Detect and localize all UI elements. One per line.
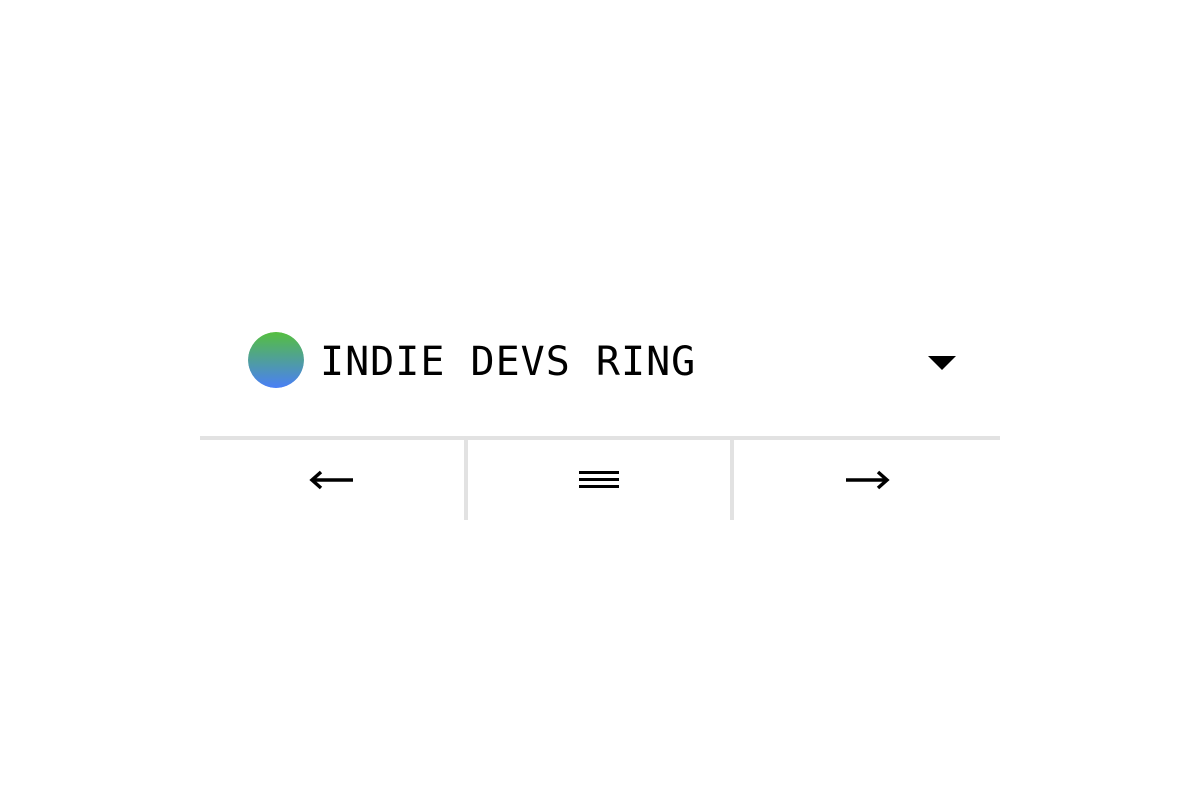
menu-icon: [579, 471, 619, 488]
webring-widget: INDIE DEVS RING: [200, 312, 1000, 520]
arrow-left-icon: [309, 470, 353, 490]
previous-site-button[interactable]: [200, 440, 464, 520]
next-site-button[interactable]: [734, 440, 1000, 520]
ring-logo: [248, 332, 304, 388]
arrow-right-icon: [846, 470, 890, 490]
caret-down-icon[interactable]: [926, 352, 958, 376]
ring-title: INDIE DEVS RING: [320, 339, 697, 385]
ring-list-button[interactable]: [468, 440, 730, 520]
ring-navigation: [200, 440, 1000, 520]
ring-header[interactable]: INDIE DEVS RING: [200, 312, 1000, 436]
